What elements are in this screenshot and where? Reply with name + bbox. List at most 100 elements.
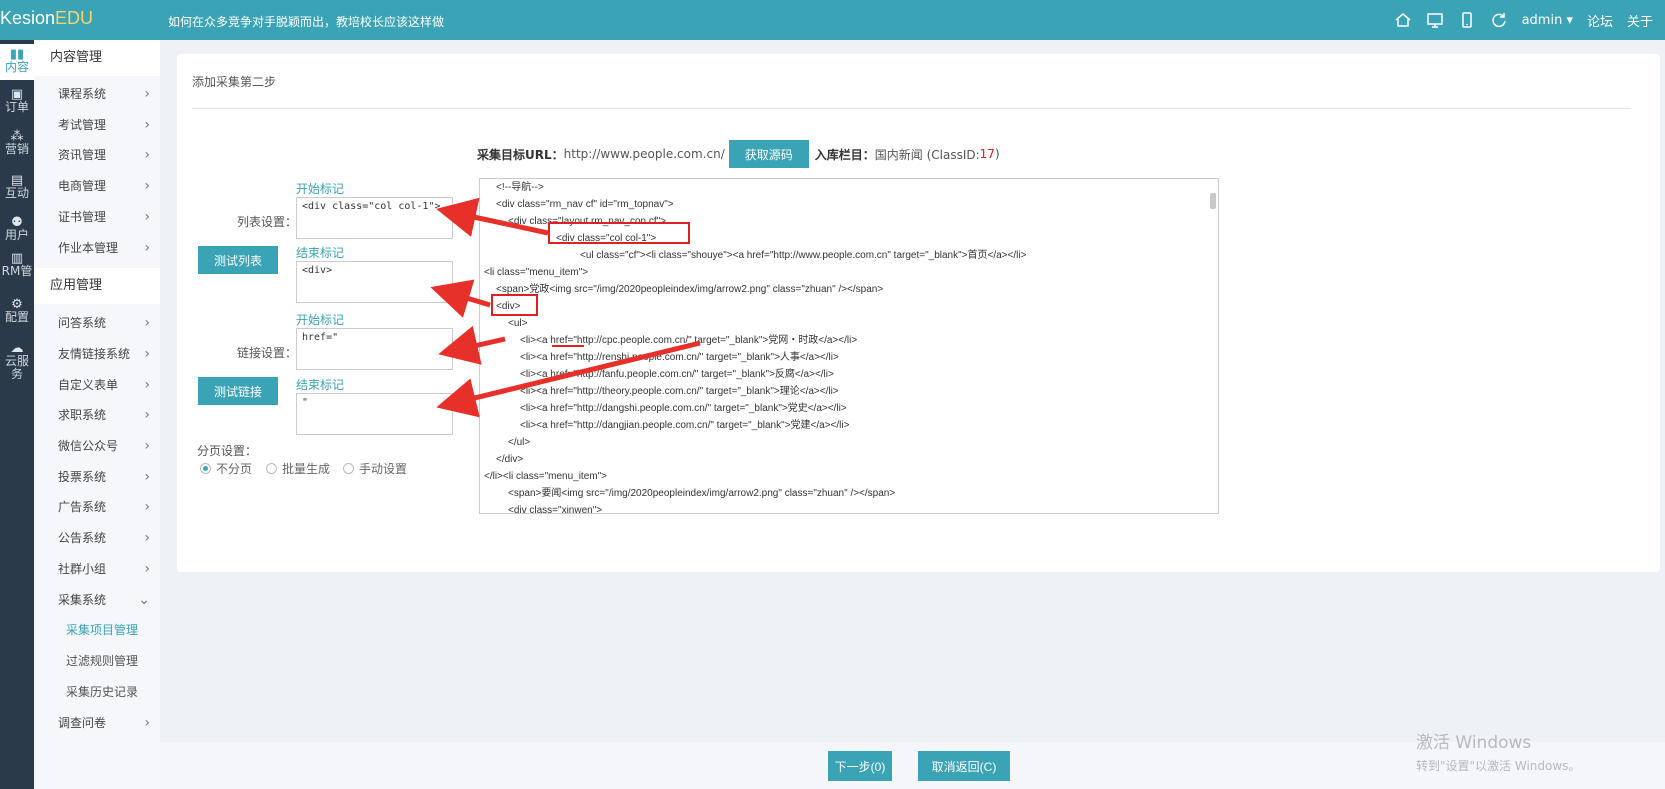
radio-icon xyxy=(200,463,211,474)
refresh-icon[interactable] xyxy=(1490,11,1508,29)
highlight-list-end xyxy=(491,294,538,316)
chevron-right-icon: › xyxy=(144,715,150,731)
module-interact[interactable]: ▤ 互动 xyxy=(0,174,34,200)
logo[interactable]: KesionEDU xyxy=(0,8,93,29)
module-iconbar: ▮▮ 内容 ▣ 订单 ⁂ 营销 ▤ 互动 ⚉ 用户 ▥ RM管 ⚙ 配置 ☁ 云服务 xyxy=(0,40,34,789)
mobile-icon[interactable] xyxy=(1458,11,1476,29)
submenu-filter-rules[interactable]: 过滤规则管理 xyxy=(34,645,160,677)
next-step-button[interactable]: 下一步(0) xyxy=(828,751,892,781)
header-notice[interactable]: 如何在众多竞争对手脱颖而出，教培校长应该这样做 xyxy=(168,13,444,30)
chevron-right-icon: › xyxy=(144,346,150,362)
source-line: </li><li class="menu_item"> xyxy=(484,471,607,482)
menu-group-content[interactable]: 内容管理 xyxy=(34,40,160,76)
user-menu[interactable]: admin ▾ xyxy=(1522,13,1573,28)
module-cloud[interactable]: ☁ 云服务 xyxy=(0,342,34,381)
cancel-return-button[interactable]: 取消返回(C) xyxy=(918,751,1010,781)
menu-item-homework[interactable]: 作业本管理 › xyxy=(34,232,160,264)
paging-option-none[interactable]: 不分页 xyxy=(200,460,252,477)
menu-item-collect[interactable]: 采集系统 ⌄ xyxy=(34,584,160,616)
link-start-input[interactable]: href=" xyxy=(296,328,453,370)
about-link[interactable]: 关于 xyxy=(1627,11,1653,30)
home-icon[interactable] xyxy=(1394,11,1412,29)
radio-icon xyxy=(343,463,354,474)
source-line: </div> xyxy=(496,454,524,465)
menu-item-ads[interactable]: 广告系统 › xyxy=(34,491,160,523)
source-line: <div class="xinwen"> xyxy=(508,505,603,514)
paging-label: 分页设置： xyxy=(197,444,258,458)
menu-item-course[interactable]: 课程系统 › xyxy=(34,78,160,110)
menu-item-qa[interactable]: 问答系统 › xyxy=(34,307,160,339)
url-label: 采集目标URL： xyxy=(477,147,564,162)
test-link-button[interactable]: 测试链接 xyxy=(198,377,278,405)
module-marketing[interactable]: ⁂ 营销 xyxy=(0,130,34,156)
link-end-mark-label: 结束标记 xyxy=(296,378,345,392)
menu-item-wechat[interactable]: 微信公众号 › xyxy=(34,430,160,462)
fetch-source-button[interactable]: 获取源码 xyxy=(728,140,809,168)
menu-item-exam[interactable]: 考试管理 › xyxy=(34,109,160,141)
source-line: <li><a href="http://renshi.people.com.cn… xyxy=(520,352,839,363)
menu-item-jobs[interactable]: 求职系统 › xyxy=(34,399,160,431)
chevron-right-icon: › xyxy=(144,499,150,515)
url-row: 采集目标URL： http://www.people.com.cn/ 获取源码 … xyxy=(477,140,1000,168)
chevron-right-icon: › xyxy=(144,469,150,485)
column-close: ) xyxy=(994,147,1000,161)
menu-group-apps[interactable]: 应用管理 xyxy=(34,268,160,304)
module-order[interactable]: ▣ 订单 xyxy=(0,88,34,114)
class-id: 17 xyxy=(979,147,995,161)
list-start-input[interactable]: <div class="col col-1"> xyxy=(296,197,453,239)
divider xyxy=(192,108,1631,109)
logo-main: Kesion xyxy=(0,8,56,28)
module-config[interactable]: ⚙ 配置 xyxy=(0,298,34,324)
source-line: <span>党政<img src="/img/2020peopleindex/i… xyxy=(496,284,884,295)
menu-item-links[interactable]: 友情链接系统 › xyxy=(34,338,160,370)
chevron-down-icon: ⌄ xyxy=(138,592,150,608)
source-line: <li><a href="http://fanfu.people.com.cn/… xyxy=(520,369,834,380)
menu-item-certificate[interactable]: 证书管理 › xyxy=(34,201,160,233)
source-line: <li><a href="http://theory.people.com.cn… xyxy=(520,386,839,397)
header-actions: admin ▾ 论坛 关于 xyxy=(1394,0,1653,40)
list-end-mark-label: 结束标记 xyxy=(296,246,345,260)
submenu-collect-projects[interactable]: 采集项目管理 xyxy=(34,614,160,646)
list-end-input[interactable]: <div> xyxy=(296,261,453,303)
sidebar-menu: 内容管理 课程系统 › 考试管理 › 资讯管理 › 电商管理 › 证书管理 › 作业本管理… xyxy=(34,40,160,789)
chevron-right-icon: › xyxy=(144,407,150,423)
test-list-button[interactable]: 测试列表 xyxy=(198,246,278,274)
scrollbar-thumb[interactable] xyxy=(1210,193,1216,209)
top-bar: KesionEDU 如何在众多竞争对手脱颖而出，教培校长应该这样做 admin … xyxy=(0,0,1665,40)
source-line: <!--导航--> xyxy=(496,182,544,193)
menu-item-forms[interactable]: 自定义表单 › xyxy=(34,369,160,401)
windows-activation-watermark: 激活 Windows 转到"设置"以激活 Windows。 xyxy=(1416,733,1581,773)
submenu-collect-history[interactable]: 采集历史记录 xyxy=(34,676,160,708)
module-crm[interactable]: ▥ RM管 xyxy=(0,252,34,278)
list-setting-label: 列表设置： xyxy=(237,215,298,229)
chevron-right-icon: › xyxy=(144,240,150,256)
source-line: <div class="rm_nav cf" id="rm_topnav"> xyxy=(496,199,674,210)
url-value: http://www.people.com.cn/ xyxy=(563,147,725,161)
module-user[interactable]: ⚉ 用户 xyxy=(0,216,34,242)
chevron-right-icon: › xyxy=(144,117,150,133)
logo-accent: EDU xyxy=(55,8,94,28)
desktop-icon[interactable] xyxy=(1426,11,1444,29)
menu-item-survey[interactable]: 调查问卷 › xyxy=(34,707,160,739)
link-start-mark-label: 开始标记 xyxy=(296,313,345,327)
source-line: <ul> xyxy=(508,318,528,329)
menu-item-news[interactable]: 资讯管理 › xyxy=(34,139,160,171)
source-line: <li><a href="http://dangshi.people.com.c… xyxy=(520,403,847,414)
chevron-right-icon: › xyxy=(144,377,150,393)
chevron-right-icon: › xyxy=(144,315,150,331)
paging-option-manual[interactable]: 手动设置 xyxy=(343,460,407,477)
chevron-right-icon: › xyxy=(144,209,150,225)
chevron-right-icon: › xyxy=(144,86,150,102)
module-content[interactable]: ▮▮ 内容 xyxy=(0,44,34,80)
link-end-input[interactable]: " xyxy=(296,393,453,435)
menu-item-vote[interactable]: 投票系统 › xyxy=(34,461,160,493)
link-setting-label: 链接设置： xyxy=(237,346,298,360)
menu-item-announce[interactable]: 公告系统 › xyxy=(34,522,160,554)
chevron-right-icon: › xyxy=(144,147,150,163)
menu-item-shop[interactable]: 电商管理 › xyxy=(34,170,160,202)
highlight-list-start xyxy=(548,222,690,244)
source-line: <li><a href="http://dangjian.people.com.… xyxy=(520,420,850,431)
menu-item-community[interactable]: 社群小组 › xyxy=(34,553,160,585)
paging-option-batch[interactable]: 批量生成 xyxy=(266,460,330,477)
forum-link[interactable]: 论坛 xyxy=(1587,11,1613,30)
